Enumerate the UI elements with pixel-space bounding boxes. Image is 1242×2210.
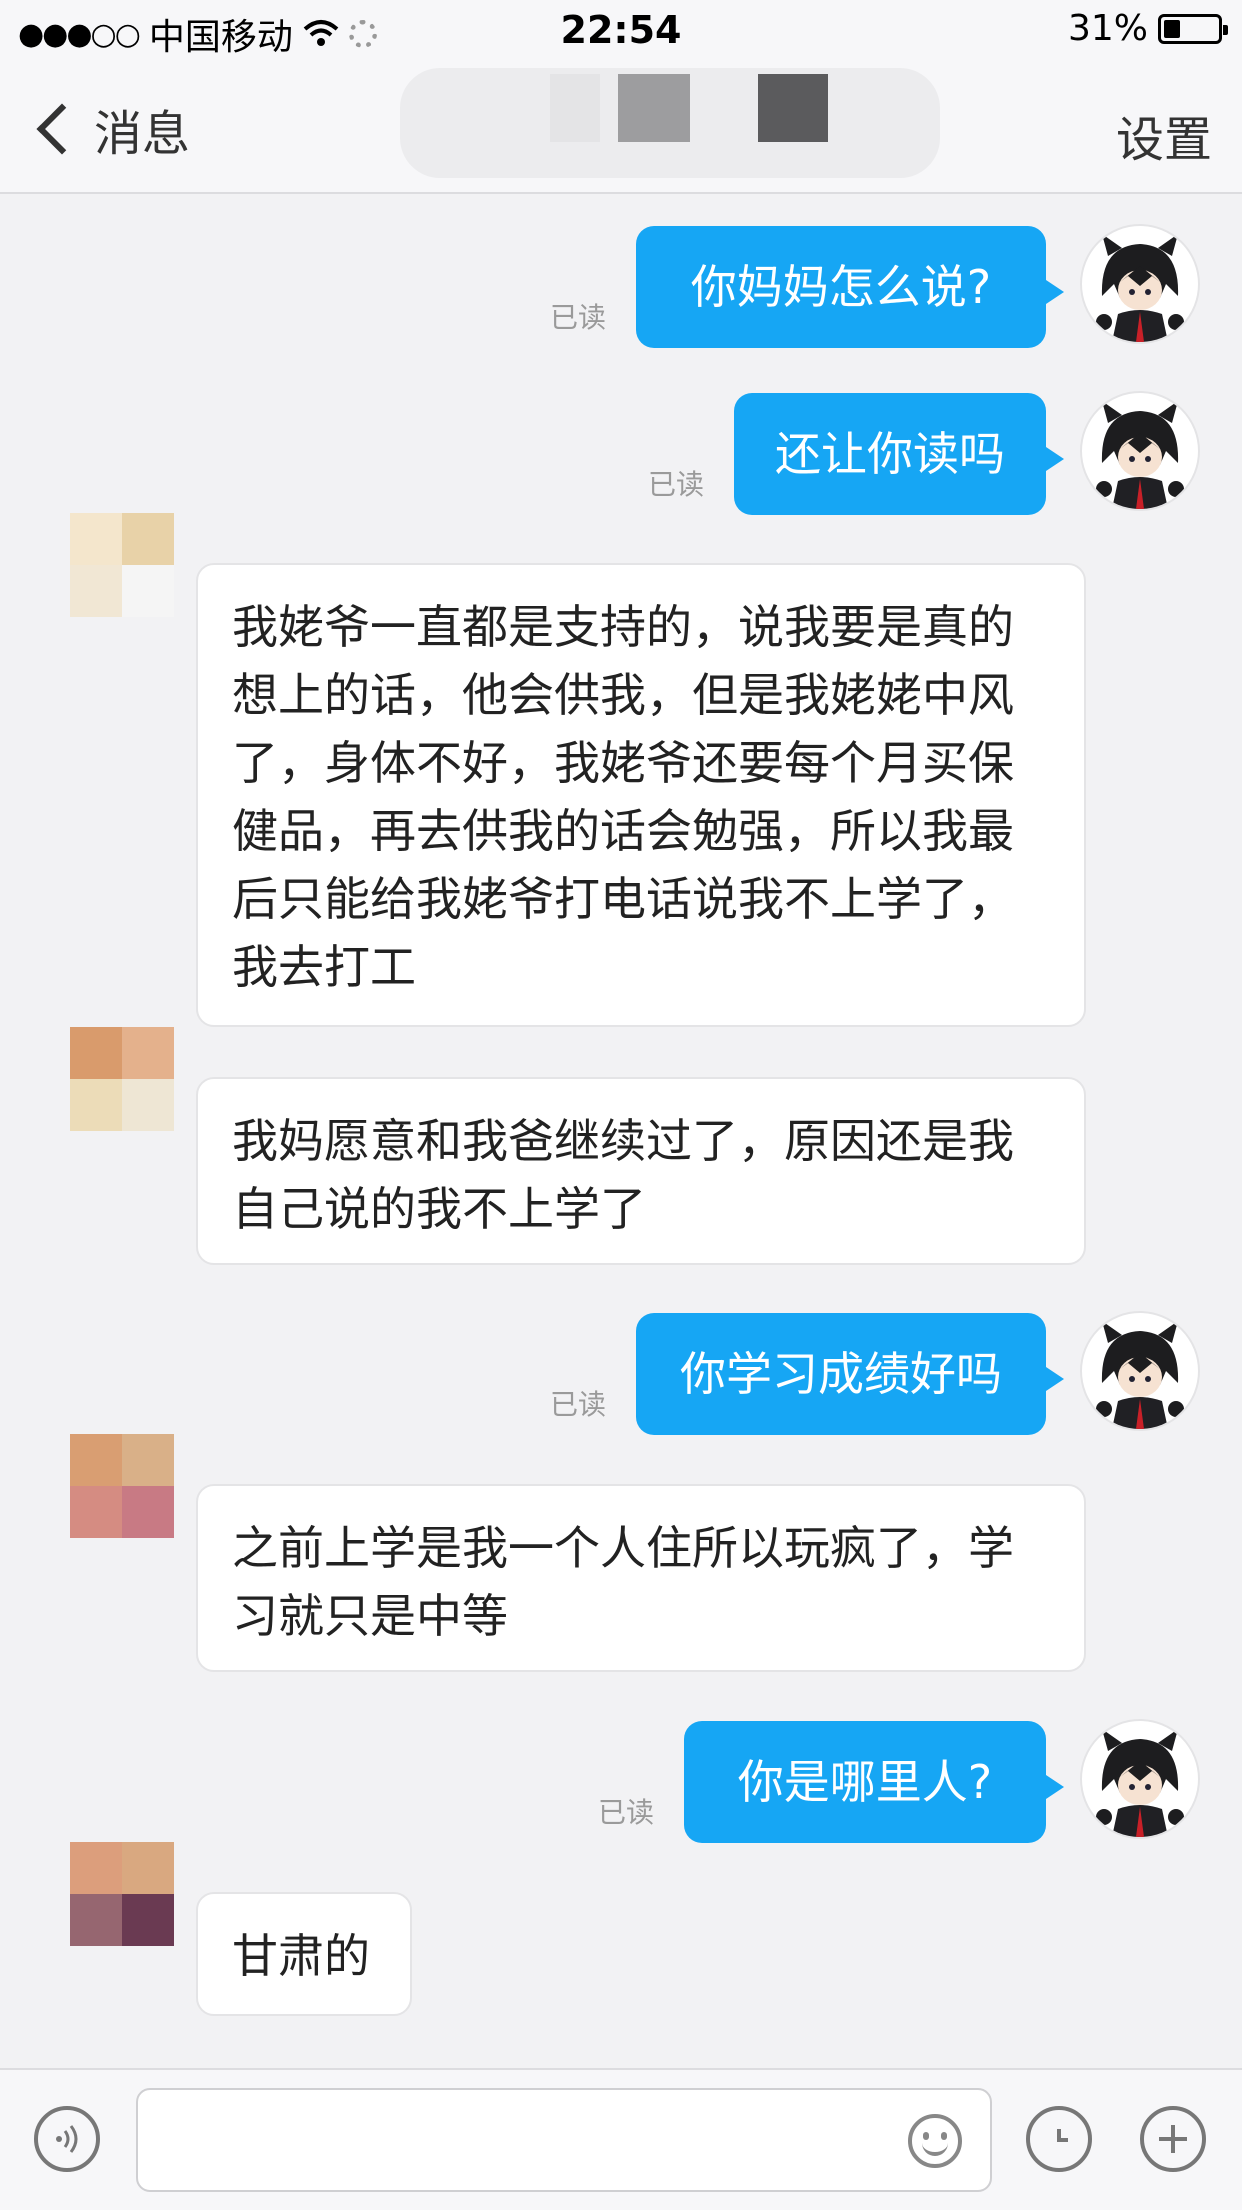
clock-icon[interactable] (1026, 2106, 1092, 2172)
my-avatar[interactable] (1080, 224, 1200, 344)
message-line: 了，身体不好，我姥爷还要每个月买保 (232, 736, 1014, 790)
read-receipt: 已读 (598, 1796, 655, 1829)
chevron-left-icon (36, 103, 88, 155)
outgoing-message[interactable]: 还让你读吗 (734, 393, 1064, 515)
anime-avatar-icon (1096, 401, 1184, 509)
incoming-message[interactable]: 我姥爷一直都是支持的，说我要是真的 想上的话，他会供我，但是我姥姥中风 了，身体不好… (196, 563, 1086, 1027)
message-line: 健品，再去供我的话会勉强，所以我最 (232, 804, 1014, 858)
outgoing-message[interactable]: 你学习成绩好吗 (636, 1313, 1064, 1435)
message-line: 我姥爷一直都是支持的，说我要是真的 (232, 600, 1014, 654)
incoming-message[interactable]: 甘肃的 (196, 1892, 412, 2016)
contact-avatar-blurred[interactable] (70, 1027, 174, 1131)
read-receipt: 已读 (550, 301, 607, 334)
settings-button[interactable]: 设置 (1116, 100, 1212, 170)
anime-avatar-icon (1096, 1321, 1184, 1429)
battery-info: 31% (1067, 8, 1228, 49)
contact-name-blurred (400, 68, 940, 178)
my-avatar[interactable] (1080, 391, 1200, 511)
message-line: 之前上学是我一个人住所以玩疯了，学 (232, 1521, 1014, 1575)
message-line: 想上的话，他会供我，但是我姥姥中风 (232, 668, 1014, 722)
emoji-icon[interactable] (908, 2114, 962, 2168)
read-receipt: 已读 (648, 468, 705, 501)
message-line: 习就只是中等 (232, 1589, 508, 1643)
contact-avatar-blurred[interactable] (70, 513, 174, 617)
incoming-message[interactable]: 之前上学是我一个人住所以玩疯了，学 习就只是中等 (196, 1484, 1086, 1672)
status-time: 22:54 (560, 8, 682, 52)
anime-avatar-icon (1096, 234, 1184, 342)
incoming-message[interactable]: 我妈愿意和我爸继续过了，原因还是我 自己说的我不上学了 (196, 1077, 1086, 1265)
message-line: 自己说的我不上学了 (232, 1182, 646, 1236)
input-bar (0, 2068, 1242, 2210)
read-receipt: 已读 (550, 1388, 607, 1421)
battery-percent: 31% (1067, 8, 1148, 49)
message-line: 我去打工 (232, 940, 416, 994)
plus-icon[interactable] (1140, 2106, 1206, 2172)
message-line: 后只能给我姥爷打电话说我不上学了， (232, 872, 1014, 926)
contact-avatar-blurred[interactable] (70, 1434, 174, 1538)
message-line: 甘肃的 (232, 1929, 370, 1983)
battery-icon (1158, 13, 1228, 44)
my-avatar[interactable] (1080, 1719, 1200, 1839)
back-button[interactable]: 消息 (30, 94, 190, 164)
message-input[interactable] (136, 2088, 992, 2192)
my-avatar[interactable] (1080, 1311, 1200, 1431)
message-line: 我妈愿意和我爸继续过了，原因还是我 (232, 1114, 1014, 1168)
voice-icon[interactable] (34, 2106, 100, 2172)
nav-bar: 消息 设置 (0, 62, 1242, 194)
outgoing-message[interactable]: 你是哪里人? (684, 1721, 1064, 1843)
anime-avatar-icon (1096, 1729, 1184, 1837)
contact-avatar-blurred[interactable] (70, 1842, 174, 1946)
back-label: 消息 (94, 106, 191, 162)
status-bar: ●●●○○ 中国移动 22:54 31% (0, 0, 1242, 62)
outgoing-message[interactable]: 你妈妈怎么说? (636, 226, 1064, 348)
